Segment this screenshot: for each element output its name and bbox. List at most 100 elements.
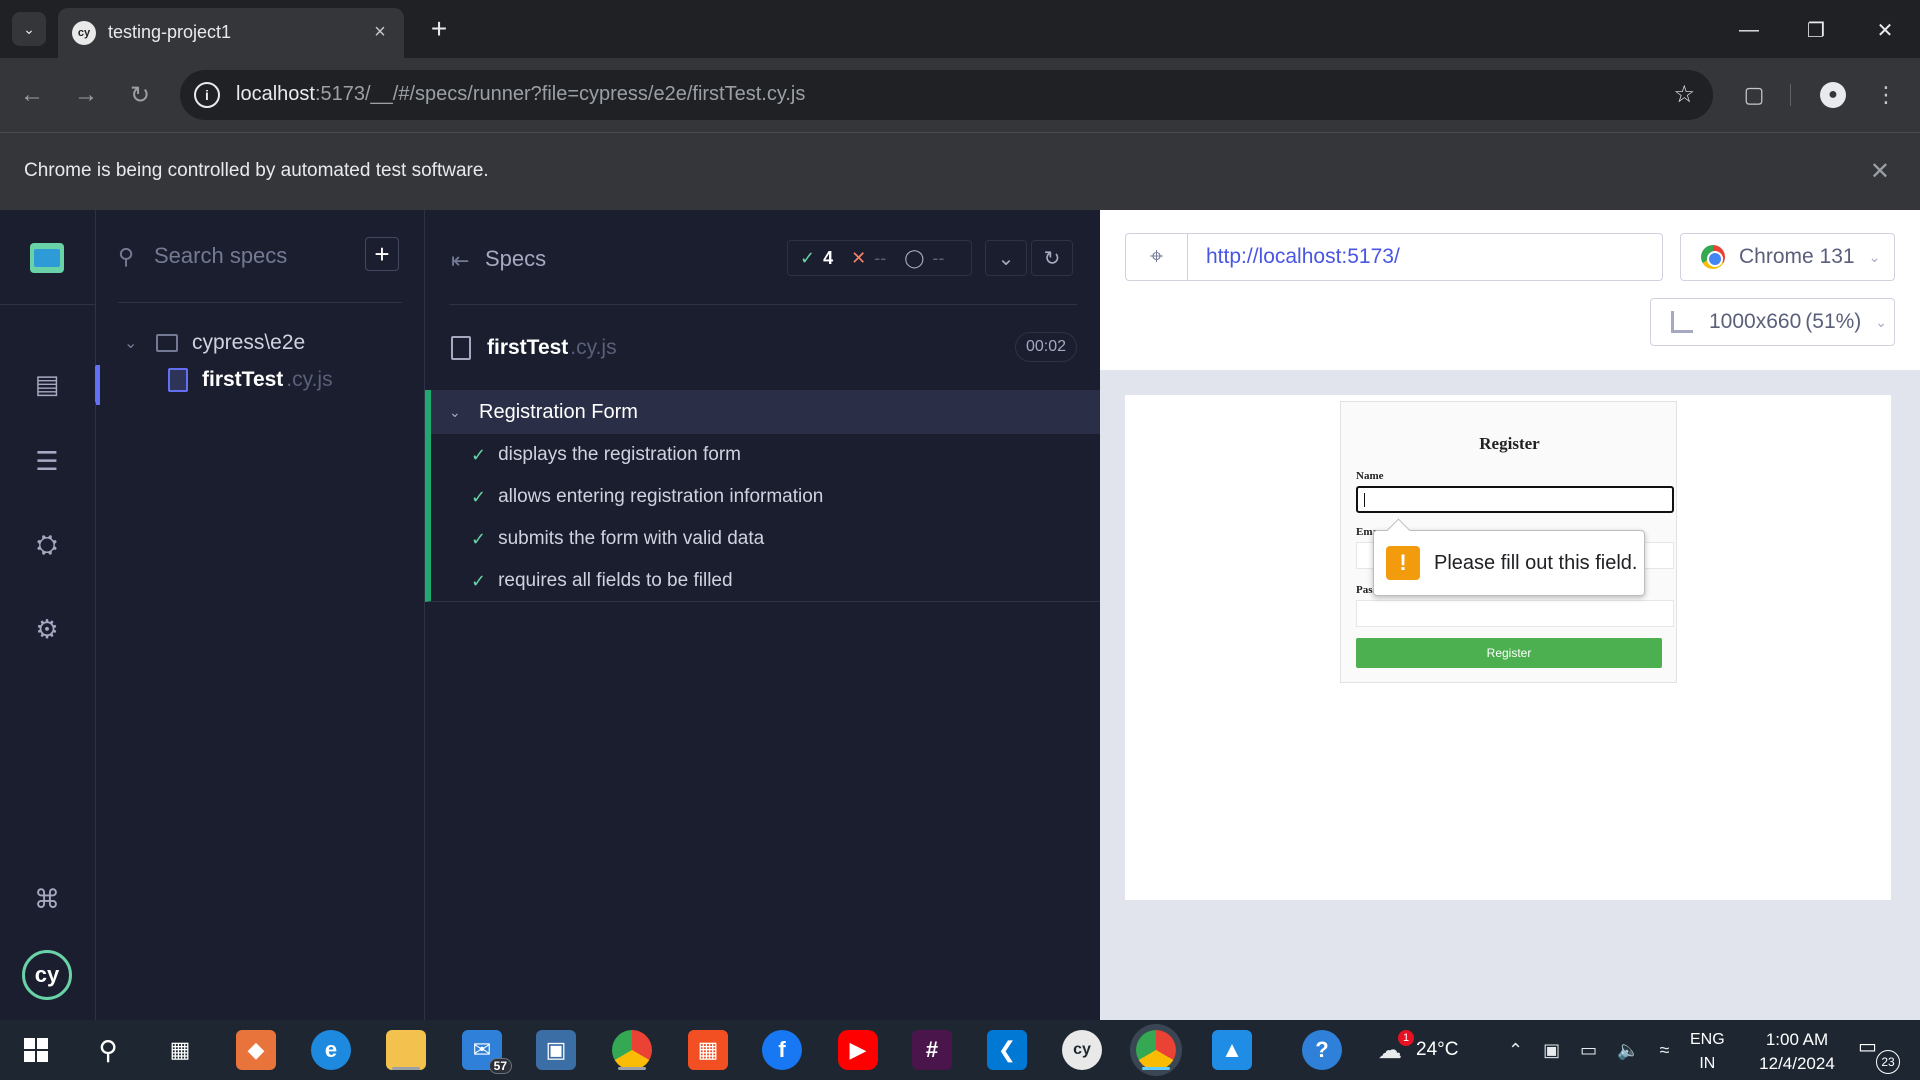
address-url[interactable]: localhost:5173/__/#/specs/runner?file=cy… — [236, 83, 805, 106]
project-logo-icon[interactable] — [30, 243, 64, 273]
collapse-specs-icon[interactable]: ⇤ — [451, 248, 469, 274]
viewport-scale: (51%) — [1805, 310, 1862, 333]
register-button[interactable]: Register — [1356, 638, 1662, 668]
extensions-icon[interactable]: ▢ — [1736, 77, 1772, 113]
chevron-down-icon: ⌄ — [449, 403, 461, 420]
clock[interactable]: 1:00 AM 12/4/2024 — [1752, 1028, 1842, 1076]
cypress-app-icon[interactable]: cy — [1062, 1030, 1102, 1070]
close-window-button[interactable]: ✕ — [1862, 10, 1908, 50]
reporter-divider — [449, 304, 1077, 305]
notification-count: 23 — [1876, 1050, 1900, 1074]
bookmark-star-icon[interactable]: ☆ — [1673, 80, 1695, 109]
spec-title-name: firstTest — [487, 336, 569, 359]
app-under-test-panel: ⌖ http://localhost:5173/ Chrome 131 ⌄ 10… — [1100, 210, 1920, 1020]
slack-icon[interactable]: # — [912, 1030, 952, 1070]
specs-toggle-label[interactable]: Specs — [485, 246, 546, 272]
chrome-active-icon[interactable] — [1136, 1030, 1176, 1070]
profile-avatar-icon[interactable]: ● — [1820, 82, 1846, 108]
sidebar-divider — [0, 304, 96, 305]
test-row[interactable]: ✓ requires all fields to be filled — [431, 560, 1100, 602]
browser-titlebar: ⌄ cy testing-project1 × + — ❐ ✕ — [0, 0, 1920, 58]
infobar-close-icon[interactable]: ✕ — [1870, 157, 1890, 186]
mail-badge: 57 — [488, 1058, 512, 1074]
windows-start-icon[interactable] — [16, 1030, 56, 1070]
debug-bug-icon[interactable]: ⛭ — [28, 526, 66, 564]
weather-widget[interactable]: ☁ 1 24°C — [1378, 1020, 1458, 1080]
document-icon — [168, 368, 188, 392]
laptop-app-icon[interactable]: ▣ — [536, 1030, 576, 1070]
browser-tab[interactable]: cy testing-project1 × — [58, 8, 404, 58]
minimize-button[interactable]: — — [1726, 10, 1772, 50]
youtube-icon[interactable]: ▶ — [838, 1030, 878, 1070]
task-view-icon[interactable]: ▦ — [160, 1030, 200, 1070]
check-icon: ✓ — [800, 247, 816, 268]
validation-message: Please fill out this field. — [1434, 551, 1638, 574]
browser-label: Chrome 131 — [1739, 245, 1855, 268]
password-input[interactable] — [1356, 600, 1674, 627]
specs-list-panel: ⚲ + ⌄ cypress\e2e firstTest .cy.js — [96, 210, 425, 1020]
browser-select[interactable]: Chrome 131 ⌄ — [1680, 233, 1895, 281]
speaker-icon[interactable]: 🔈 — [1617, 1040, 1639, 1061]
test-row[interactable]: ✓ submits the form with valid data — [431, 518, 1100, 560]
spec-file-row[interactable]: firstTest .cy.js — [168, 365, 333, 395]
text-caret — [1364, 493, 1365, 507]
test-row[interactable]: ✓ allows entering registration informatio… — [431, 476, 1100, 518]
photos-icon[interactable]: ▲ — [1212, 1030, 1252, 1070]
runs-nav-icon[interactable]: ☰ — [28, 442, 66, 480]
region-code: IN — [1699, 1055, 1716, 1072]
windows-taskbar: ⚲ ▦ ◆ e ✉ 57 ▣ ▦ f ▶ # ❮ cy ▲ ? ☁ 1 24°C … — [0, 1020, 1920, 1080]
search-icon[interactable]: ⚲ — [88, 1030, 128, 1070]
facebook-icon[interactable]: f — [762, 1030, 802, 1070]
tab-search-button[interactable]: ⌄ — [12, 12, 46, 46]
folder-row[interactable]: ⌄ cypress\e2e — [124, 328, 305, 358]
name-label: Name — [1356, 470, 1384, 482]
aut-url[interactable]: http://localhost:5173/ — [1187, 233, 1663, 281]
viewport-info[interactable]: 1000x660 (51%) ⌄ — [1650, 298, 1895, 346]
new-tab-button[interactable]: + — [424, 13, 454, 44]
cypress-logo-icon[interactable]: cy — [22, 950, 72, 1000]
url-host: localhost — [236, 83, 315, 105]
spec-title: firstTest.cy.js — [487, 336, 617, 360]
suite-title: Registration Form — [479, 400, 638, 423]
add-spec-button[interactable]: + — [365, 237, 399, 271]
test-reporter: ⇤ Specs ✓ 4 ✕ -- ◯ -- ⌄ ↻ firstTest.cy.js 0… — [425, 210, 1100, 1020]
name-input[interactable] — [1356, 486, 1674, 513]
meet-now-icon[interactable]: ▣ — [1543, 1040, 1560, 1061]
suite-row[interactable]: ⌄ Registration Form — [425, 390, 1100, 434]
edge-browser-icon[interactable]: e — [311, 1030, 351, 1070]
tab-close-icon[interactable]: × — [368, 20, 392, 44]
restore-button[interactable]: ❐ — [1793, 10, 1839, 50]
battery-icon[interactable]: ▭ — [1580, 1040, 1597, 1061]
chevron-down-icon: ⌄ — [1875, 313, 1888, 330]
address-bar[interactable]: i localhost:5173/__/#/specs/runner?file=… — [180, 70, 1713, 120]
copilot-icon[interactable]: ◆ — [236, 1030, 276, 1070]
specs-nav-icon[interactable]: ▤ — [28, 365, 66, 403]
settings-gear-icon[interactable]: ⚙ — [28, 610, 66, 648]
rerun-button[interactable]: ↻ — [1031, 240, 1073, 276]
microsoft-store-icon[interactable]: ▦ — [688, 1030, 728, 1070]
aut-header: ⌖ http://localhost:5173/ Chrome 131 ⌄ 10… — [1100, 210, 1920, 370]
site-info-icon[interactable]: i — [194, 82, 220, 108]
back-button[interactable]: ← — [14, 77, 50, 113]
active-spec-indicator — [96, 365, 100, 405]
chevron-up-icon[interactable]: ⌃ — [1508, 1040, 1523, 1061]
search-specs-input[interactable] — [154, 238, 354, 274]
menu-kebab-icon[interactable]: ⋮ — [1868, 77, 1904, 113]
mail-icon[interactable]: ✉ 57 — [462, 1030, 512, 1074]
pending-icon: ◯ — [904, 247, 925, 268]
reload-button[interactable]: ↻ — [122, 77, 158, 113]
clock-date: 12/4/2024 — [1759, 1054, 1835, 1073]
language-indicator[interactable]: ENG IN — [1690, 1028, 1725, 1076]
vscode-icon[interactable]: ❮ — [987, 1030, 1027, 1070]
wifi-icon[interactable]: ≈ — [1660, 1040, 1670, 1061]
selector-playground-crosshair-icon[interactable]: ⌖ — [1125, 233, 1187, 281]
automation-infobar: Chrome is being controlled by automated … — [0, 132, 1920, 210]
chrome-taskbar-icon[interactable] — [612, 1030, 652, 1070]
keyboard-shortcuts-icon[interactable]: ⌘ — [28, 880, 66, 918]
file-explorer-icon[interactable] — [386, 1030, 426, 1070]
warning-icon: ! — [1386, 546, 1420, 580]
expand-collapse-button[interactable]: ⌄ — [985, 240, 1027, 276]
help-icon[interactable]: ? — [1302, 1030, 1342, 1070]
forward-button[interactable]: → — [68, 77, 104, 113]
test-row[interactable]: ✓ displays the registration form — [431, 434, 1100, 476]
